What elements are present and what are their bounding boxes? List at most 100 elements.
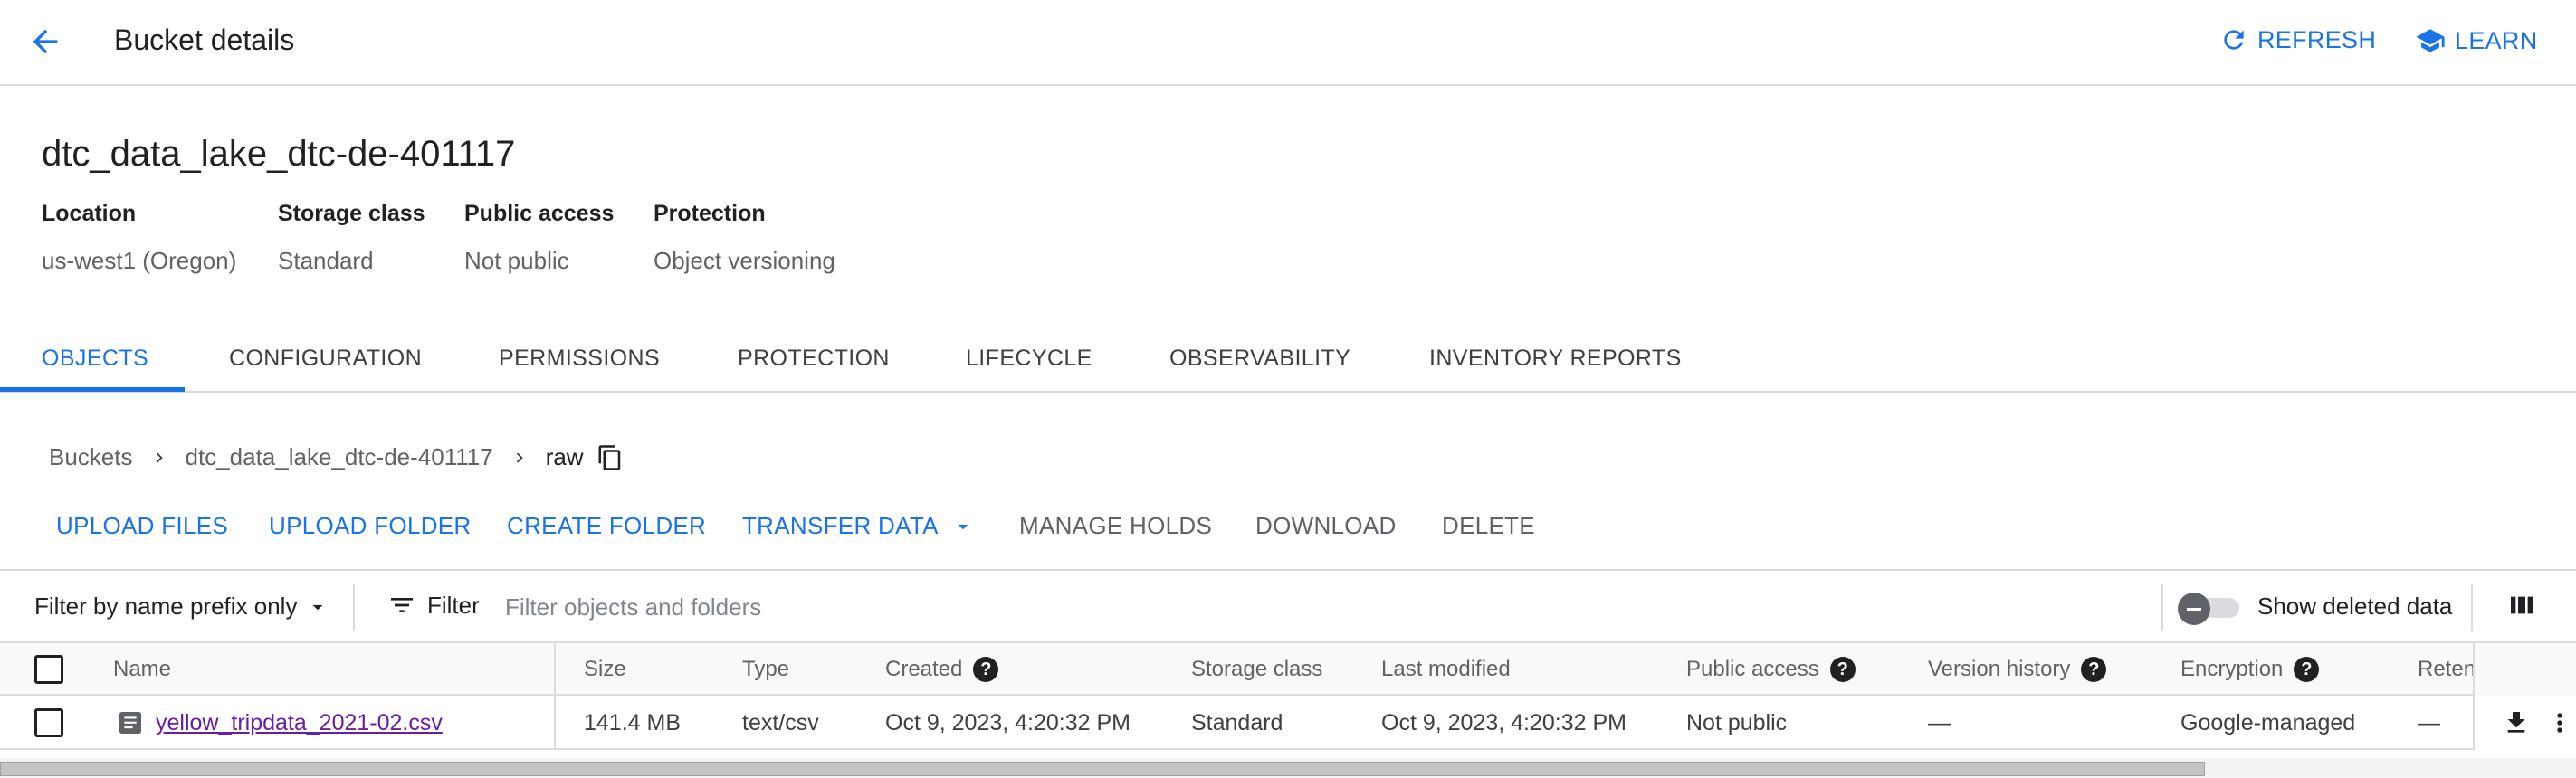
cell-size: 141.4 MB (584, 710, 682, 735)
show-deleted-toggle[interactable] (2178, 593, 2241, 625)
filter-bar: Filter by name prefix only Filter Show d… (0, 569, 2576, 643)
help-icon[interactable]: ? (973, 657, 999, 682)
breadcrumb-bucket[interactable]: dtc_data_lake_dtc-de-401117 (186, 443, 493, 471)
protection-value: Object versioning (654, 247, 835, 274)
filter-input[interactable] (503, 585, 2132, 629)
storage-class-label: Storage class (278, 201, 425, 226)
row-actions (2473, 696, 2576, 750)
delete-button[interactable]: DELETE (1442, 512, 1535, 540)
tab-permissions[interactable]: PERMISSIONS (499, 346, 660, 372)
column-header-encryption[interactable]: Encryption ? (2180, 657, 2320, 682)
column-header-last-modified[interactable]: Last modified (1381, 657, 1511, 682)
column-divider (554, 643, 556, 696)
column-header-name[interactable]: Name (113, 657, 171, 682)
table-row: yellow_tripdata_2021-02.csv 141.4 MB tex… (0, 696, 2576, 750)
upload-files-button[interactable]: UPLOAD FILES (56, 512, 228, 540)
column-header-storage-class[interactable]: Storage class (1191, 657, 1322, 682)
cell-type: text/csv (742, 710, 819, 735)
help-icon[interactable]: ? (2294, 657, 2320, 682)
school-icon (2416, 29, 2445, 52)
refresh-label: REFRESH (2257, 25, 2377, 53)
page-header: Bucket details REFRESH LEARN (0, 0, 2576, 86)
column-header-public-access[interactable]: Public access ? (1686, 657, 1856, 682)
file-name-link[interactable]: yellow_tripdata_2021-02.csv (156, 710, 443, 736)
create-folder-button[interactable]: CREATE FOLDER (507, 512, 706, 540)
filter-list-icon (391, 598, 413, 612)
location-value: us-west1 (Oregon) (42, 247, 237, 274)
dropdown-arrow-icon (313, 604, 323, 610)
chevron-right-icon (516, 452, 523, 462)
filter-divider (2161, 584, 2163, 631)
tab-lifecycle[interactable]: LIFECYCLE (966, 346, 1092, 372)
public-access-info: Public access Not public (464, 201, 614, 275)
cell-version-history: — (1928, 710, 1951, 735)
storage-class-info: Storage class Standard (278, 201, 425, 275)
download-icon[interactable] (2502, 708, 2531, 737)
learn-button[interactable]: LEARN (2415, 25, 2538, 56)
tab-objects[interactable]: OBJECTS (42, 346, 148, 372)
refresh-icon (2224, 30, 2244, 50)
tab-observability[interactable]: OBSERVABILITY (1169, 346, 1350, 372)
public-access-label: Public access (464, 201, 615, 226)
upload-folder-button[interactable]: UPLOAD FOLDER (269, 512, 472, 540)
active-tab-indicator (0, 387, 185, 392)
view-column-icon (2511, 596, 2533, 614)
cell-created: Oct 9, 2023, 4:20:32 PM (885, 710, 1131, 735)
toggle-knob (2178, 593, 2210, 625)
filter-divider (2471, 584, 2473, 631)
copy-icon[interactable] (596, 444, 624, 471)
tab-bar: OBJECTS CONFIGURATION PERMISSIONS PROTEC… (0, 327, 2576, 393)
column-header-type[interactable]: Type (742, 657, 789, 682)
protection-label: Protection (654, 201, 766, 226)
filter-label: Filter (427, 591, 480, 619)
manage-holds-button[interactable]: MANAGE HOLDS (1019, 512, 1212, 540)
show-deleted-label: Show deleted data (2257, 593, 2453, 620)
horizontal-scrollbar[interactable] (0, 758, 2576, 778)
storage-class-value: Standard (278, 247, 374, 274)
tab-protection[interactable]: PROTECTION (738, 346, 890, 372)
column-header-retention[interactable]: Reten (2418, 657, 2476, 682)
dropdown-arrow-icon (958, 524, 968, 529)
transfer-data-button[interactable]: TRANSFER DATA (742, 512, 975, 540)
arrow-back-icon (33, 29, 58, 54)
filter-button[interactable]: Filter (387, 591, 480, 620)
bucket-name: dtc_data_lake_dtc-de-401117 (42, 134, 516, 174)
help-icon[interactable]: ? (1829, 657, 1856, 682)
breadcrumb-current-folder: raw (545, 443, 584, 470)
chevron-right-icon (156, 452, 163, 462)
filter-prefix-select[interactable]: Filter by name prefix only (34, 593, 329, 621)
download-button[interactable]: DOWNLOAD (1255, 512, 1397, 540)
tab-inventory-reports[interactable]: INVENTORY REPORTS (1429, 346, 1682, 372)
row-checkbox[interactable] (34, 708, 63, 737)
filter-prefix-label: Filter by name prefix only (34, 593, 298, 620)
breadcrumb: Buckets dtc_data_lake_dtc-de-401117 raw (49, 443, 624, 471)
filter-divider (353, 584, 355, 631)
location-label: Location (42, 201, 137, 226)
transfer-data-label: TRANSFER DATA (742, 512, 939, 539)
select-all-checkbox[interactable] (34, 655, 63, 684)
refresh-button[interactable]: REFRESH (2219, 25, 2376, 54)
table-header: Name Size Type Created ? Storage class L… (0, 643, 2576, 696)
breadcrumb-buckets[interactable]: Buckets (49, 443, 133, 471)
cell-storage-class: Standard (1191, 710, 1283, 735)
scrollbar-thumb[interactable] (0, 762, 2205, 776)
cell-retention: — (2418, 710, 2440, 735)
cell-last-modified: Oct 9, 2023, 4:20:32 PM (1381, 710, 1627, 735)
protection-info: Protection Object versioning (654, 201, 835, 275)
column-header-created[interactable]: Created ? (885, 657, 999, 682)
public-access-value: Not public (464, 247, 569, 274)
back-button[interactable] (27, 24, 71, 60)
cell-encryption: Google-managed (2180, 710, 2356, 735)
learn-label: LEARN (2455, 26, 2538, 54)
cell-public-access: Not public (1686, 710, 1788, 735)
help-icon[interactable]: ? (2081, 657, 2107, 682)
column-divider (554, 696, 556, 748)
column-header-size[interactable]: Size (584, 657, 626, 682)
location-info: Location us-west1 (Oregon) (42, 201, 236, 275)
column-header-version-history[interactable]: Version history ? (1928, 657, 2107, 682)
page-title: Bucket details (114, 24, 295, 56)
more-vert-icon[interactable] (2545, 708, 2574, 737)
tab-configuration[interactable]: CONFIGURATION (229, 346, 422, 372)
file-icon (119, 712, 141, 734)
column-display-button[interactable] (2507, 591, 2536, 620)
